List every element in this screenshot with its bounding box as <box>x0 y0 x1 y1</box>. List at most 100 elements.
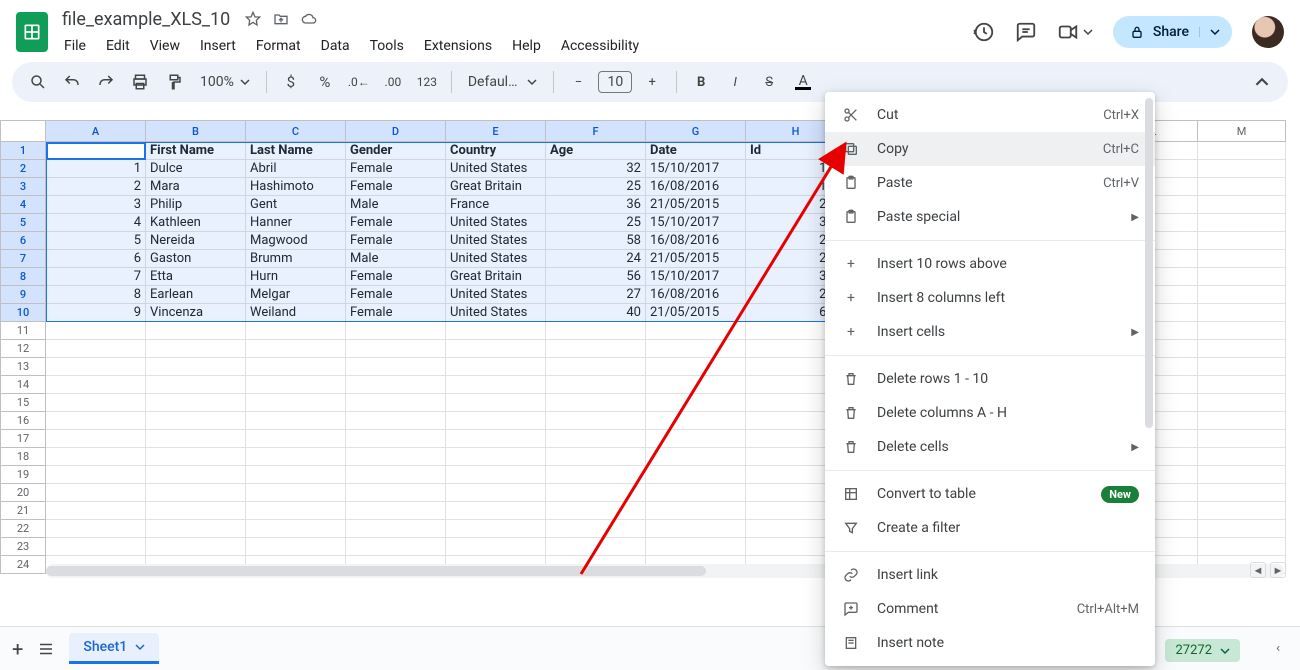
ctx-insert-rows[interactable]: + Insert 10 rows above <box>825 247 1155 281</box>
cell[interactable] <box>1198 538 1286 556</box>
row-header[interactable]: 17 <box>0 430 46 448</box>
cell[interactable]: 21/05/2015 <box>646 196 746 214</box>
menu-help[interactable]: Help <box>504 34 549 58</box>
more-formats-icon[interactable]: 123 <box>413 68 441 96</box>
cell[interactable] <box>246 466 346 484</box>
row-header[interactable]: 13 <box>0 358 46 376</box>
cell[interactable]: Female <box>346 304 446 322</box>
row-header[interactable]: 24 <box>0 556 46 574</box>
cell[interactable]: Vincenza <box>146 304 246 322</box>
cell[interactable]: 40 <box>546 304 646 322</box>
cell[interactable] <box>1198 340 1286 358</box>
cell[interactable]: Female <box>346 268 446 286</box>
row-header[interactable]: 22 <box>0 520 46 538</box>
ctx-paste[interactable]: Paste Ctrl+V <box>825 166 1155 200</box>
print-icon[interactable] <box>126 68 154 96</box>
cell[interactable] <box>346 484 446 502</box>
row-header[interactable]: 16 <box>0 412 46 430</box>
cell[interactable]: 56 <box>546 268 646 286</box>
cell[interactable]: United States <box>446 250 546 268</box>
row-header[interactable]: 18 <box>0 448 46 466</box>
row-header[interactable]: 9 <box>0 286 46 304</box>
ctx-insert-link[interactable]: Insert link <box>825 558 1155 592</box>
cell[interactable]: 6 <box>46 250 146 268</box>
cell[interactable]: 7 <box>46 268 146 286</box>
cell[interactable]: Female <box>346 286 446 304</box>
cell[interactable] <box>446 412 546 430</box>
cell[interactable]: Philip <box>146 196 246 214</box>
cell[interactable] <box>46 448 146 466</box>
undo-icon[interactable] <box>58 68 86 96</box>
row-header[interactable]: 1 <box>0 142 46 160</box>
paint-format-icon[interactable] <box>160 68 188 96</box>
cell[interactable] <box>1198 304 1286 322</box>
cell[interactable] <box>546 358 646 376</box>
cell[interactable] <box>246 322 346 340</box>
cell[interactable] <box>246 484 346 502</box>
menu-format[interactable]: Format <box>248 34 309 58</box>
col-header-F[interactable]: F <box>546 120 646 142</box>
cell[interactable] <box>1198 232 1286 250</box>
cell[interactable] <box>546 340 646 358</box>
row-header[interactable]: 12 <box>0 340 46 358</box>
cell[interactable]: 9 <box>46 304 146 322</box>
menu-file[interactable]: File <box>56 34 94 58</box>
cell[interactable] <box>446 376 546 394</box>
cell[interactable] <box>46 394 146 412</box>
cell[interactable] <box>46 502 146 520</box>
col-header-B[interactable]: B <box>146 120 246 142</box>
redo-icon[interactable] <box>92 68 120 96</box>
cell[interactable] <box>146 466 246 484</box>
percent-icon[interactable]: % <box>311 68 339 96</box>
cell[interactable] <box>246 520 346 538</box>
cell[interactable] <box>346 502 446 520</box>
col-header-E[interactable]: E <box>446 120 546 142</box>
cell[interactable]: Female <box>346 232 446 250</box>
cell[interactable]: First Name <box>146 142 246 160</box>
cell[interactable]: United States <box>446 214 546 232</box>
strike-icon[interactable]: S <box>755 68 783 96</box>
row-header[interactable]: 21 <box>0 502 46 520</box>
cell[interactable] <box>646 340 746 358</box>
ctx-insert-note[interactable]: Insert note <box>825 626 1155 660</box>
account-avatar[interactable] <box>1252 16 1284 48</box>
search-menus-icon[interactable] <box>24 68 52 96</box>
cell[interactable] <box>346 394 446 412</box>
cell[interactable]: Weiland <box>246 304 346 322</box>
cell[interactable] <box>1198 448 1286 466</box>
cell[interactable] <box>1198 358 1286 376</box>
row-header[interactable]: 23 <box>0 538 46 556</box>
cell[interactable] <box>146 358 246 376</box>
menu-insert[interactable]: Insert <box>192 34 244 58</box>
cell[interactable] <box>1198 160 1286 178</box>
cell[interactable]: Last Name <box>246 142 346 160</box>
cell[interactable]: 58 <box>546 232 646 250</box>
cell[interactable] <box>546 430 646 448</box>
menu-data[interactable]: Data <box>313 34 358 58</box>
col-header-D[interactable]: D <box>346 120 446 142</box>
cell[interactable]: Great Britain <box>446 178 546 196</box>
cell[interactable] <box>246 538 346 556</box>
cell[interactable] <box>146 394 246 412</box>
cell[interactable] <box>346 376 446 394</box>
cell[interactable]: Hashimoto <box>246 178 346 196</box>
cell[interactable]: United States <box>446 304 546 322</box>
cell[interactable] <box>546 376 646 394</box>
cell[interactable] <box>146 412 246 430</box>
currency-icon[interactable]: $ <box>277 68 305 96</box>
ctx-create-filter[interactable]: Create a filter <box>825 511 1155 545</box>
menu-view[interactable]: View <box>142 34 188 58</box>
cell[interactable] <box>446 538 546 556</box>
row-header[interactable]: 8 <box>0 268 46 286</box>
cell[interactable] <box>646 430 746 448</box>
cell[interactable]: France <box>446 196 546 214</box>
cell[interactable] <box>646 394 746 412</box>
font-size-increase-icon[interactable]: + <box>638 68 666 96</box>
cell[interactable]: Mara <box>146 178 246 196</box>
row-header[interactable]: 11 <box>0 322 46 340</box>
cell[interactable] <box>146 430 246 448</box>
cell[interactable]: 25 <box>546 214 646 232</box>
sheets-app-icon[interactable] <box>16 12 48 52</box>
cell[interactable] <box>346 430 446 448</box>
sheet-menu-caret-icon[interactable] <box>135 642 145 652</box>
